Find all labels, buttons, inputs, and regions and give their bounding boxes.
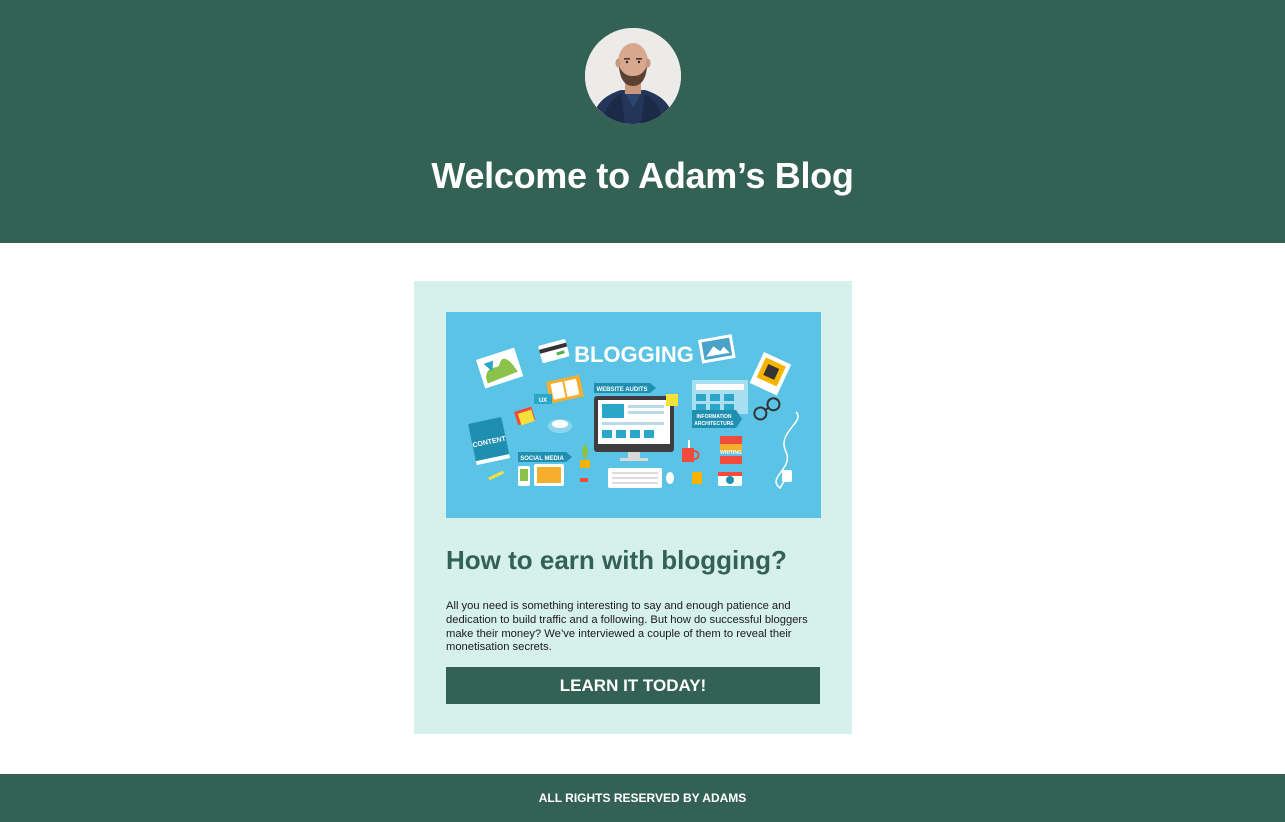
post-card: BLOGGING UX WEBSITE AUDITS INFORMATION A… bbox=[414, 281, 852, 734]
svg-text:WRITING: WRITING bbox=[720, 450, 742, 456]
site-title: Welcome to Adam’s Blog bbox=[431, 155, 854, 196]
svg-text:UX: UX bbox=[539, 398, 547, 404]
site-header: Welcome to Adam’s Blog bbox=[0, 0, 1285, 243]
footer-copyright: ALL RIGHTS RESERVED BY ADAMS bbox=[538, 791, 747, 805]
post-body: All you need is something interesting to… bbox=[446, 600, 808, 654]
learn-it-today-button[interactable]: LEARN IT TODAY! bbox=[446, 667, 820, 704]
avatar bbox=[585, 28, 681, 124]
image-heading: BLOGGING bbox=[574, 342, 694, 367]
svg-text:SOCIAL MEDIA: SOCIAL MEDIA bbox=[520, 456, 564, 462]
svg-text:WEBSITE AUDITS: WEBSITE AUDITS bbox=[596, 387, 647, 393]
post-title: How to earn with blogging? bbox=[446, 545, 787, 575]
svg-text:INFORMATION: INFORMATION bbox=[697, 414, 732, 420]
site-footer: ALL RIGHTS RESERVED BY ADAMS bbox=[0, 774, 1285, 822]
svg-text:ARCHITECTURE: ARCHITECTURE bbox=[694, 421, 734, 427]
post-image: BLOGGING UX WEBSITE AUDITS INFORMATION A… bbox=[446, 312, 821, 518]
